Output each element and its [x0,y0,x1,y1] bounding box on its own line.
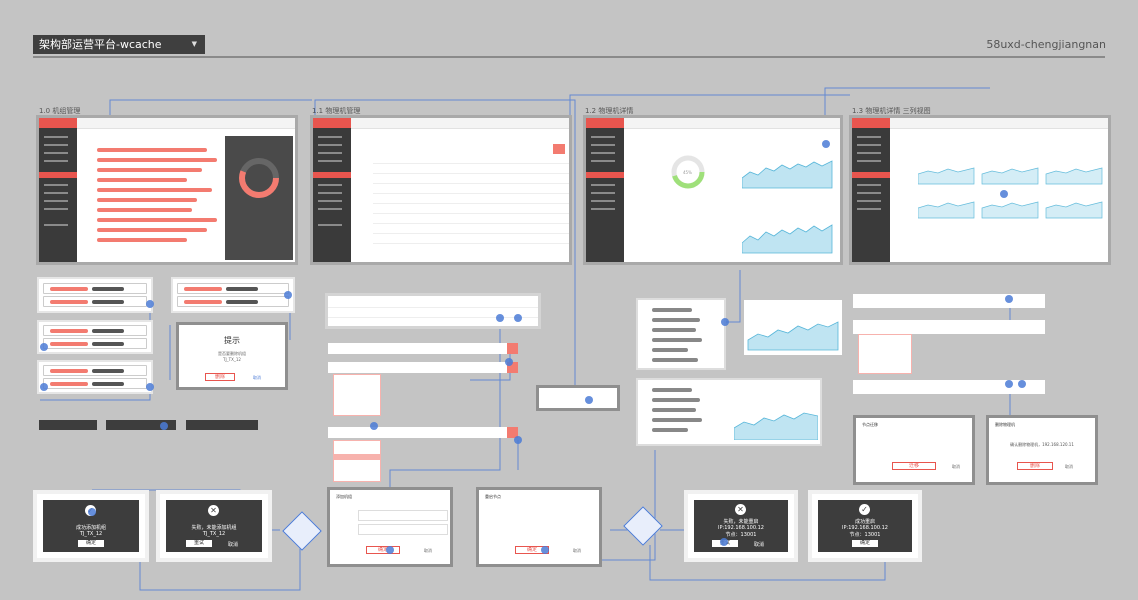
migrate-cancel-button[interactable]: 取消 [952,464,960,470]
click-marker [88,508,96,516]
success-restart-card: ✓ 成功重启 IP:192.168.100.12 节点：13001 确定 [818,500,912,552]
section-title-1-0: 1.0 机组管理 [39,107,81,115]
ip-input[interactable] [358,510,448,521]
node-list-panel [638,300,724,368]
click-marker [1005,295,1013,303]
click-marker [370,422,378,430]
node-list-expanded [638,380,820,444]
mini-chart-panel [744,300,842,355]
add-dialog-title: 添加机组 [336,494,352,499]
filter-input-3[interactable] [328,427,518,438]
click-marker [386,546,394,554]
fail-line2: TJ_TX_12 [202,531,226,537]
pill-group-hover [173,279,293,311]
delete-machine-button[interactable]: 删除 [1017,462,1053,470]
delete-confirm-dialog: 提示 是否要删除机组 TJ_TX_12 删除 取消 [176,322,288,390]
click-marker [496,314,504,322]
click-marker [40,343,48,351]
restart-dialog-title: 重启节点 [485,494,501,499]
dialog-title: 提示 [224,336,240,345]
fail-frame: ✕ 失败，未能添加机组 TJ_TX_12 重试 取消 [160,494,268,558]
click-marker [585,396,593,404]
click-marker [1000,190,1008,198]
fail2-line1: 失败，未能重启 [723,519,759,525]
dropdown-list-2[interactable] [333,440,381,482]
add-cluster-dialog: 添加机组 确定 取消 [327,487,453,567]
click-marker [822,140,830,148]
board-cluster-management [39,118,295,262]
search-bar-3[interactable] [186,420,258,430]
search-bar-1[interactable] [39,420,97,430]
node-migrate-dialog: 节点迁移 迁移 取消 [853,415,975,485]
fail-card: ✕ 失败，未能添加机组 TJ_TX_12 重试 取消 [166,500,262,552]
pill-group-delete [39,279,151,311]
click-marker [505,358,513,366]
click-marker [146,300,154,308]
add-confirm-button[interactable]: 确定 [366,546,400,554]
board-physical-machine-detail: 45% [586,118,840,262]
cluster-input[interactable] [358,524,448,535]
click-marker [1018,380,1026,388]
click-marker [146,383,154,391]
section-title-1-3: 1.3 物理机详情 三列视图 [852,107,931,115]
click-marker [514,436,522,444]
board-physical-machine-list [313,118,569,262]
table-rows-panel [328,296,538,326]
donut-percent: 45% [683,170,692,175]
click-marker [40,383,48,391]
fail-line1: 失败，未能添加机组 [191,525,237,531]
section-title-1-2: 1.2 物理机详情 [585,107,634,115]
delete-dialog-line: 确认删除物理机，192.168.120.11 [1010,442,1074,447]
migrate-button[interactable]: 迁移 [892,462,936,470]
restart-cancel-button[interactable]: 取消 [573,548,581,554]
click-marker [160,422,168,430]
restart-node-dialog: 重启节点 确定 取消 [476,487,602,567]
delete-dialog-title: 删除物理机 [995,422,1015,427]
node-dialog-title: 节点迁移 [862,422,878,427]
retry-button[interactable]: 重试 [186,540,212,547]
tooltip-panel [536,385,620,411]
ip-row-1[interactable] [853,294,1045,308]
success-restart-frame: ✓ 成功重启 IP:192.168.100.12 节点：13001 确定 [812,494,918,558]
dropdown-list[interactable] [333,374,381,416]
click-marker [720,538,728,546]
filter-input-1[interactable] [328,343,518,354]
success-line2: TJ_TX_12 [79,531,103,537]
section-title-1-1: 1.1 物理机管理 [312,107,361,115]
fail2-line3: 节点：13001 [725,532,757,538]
click-marker [514,314,522,322]
ip-dropdown[interactable] [858,334,912,374]
click-marker [1005,380,1013,388]
cancel-button[interactable]: 取消 [253,375,261,381]
add-cancel-button[interactable]: 取消 [424,548,432,554]
board-three-column-view [852,118,1108,262]
ip-row-3[interactable] [853,380,1045,394]
delete-machine-cancel[interactable]: 取消 [1065,464,1073,470]
ok-button[interactable]: 确定 [78,540,104,547]
pill-group-3 [39,362,151,392]
success2-line3: 节点：13001 [849,532,881,538]
success2-line1: 成功重启 [854,519,875,525]
fail-restart-frame: ✕ 失败，未能重启 IP:192.168.100.12 节点：13001 重试 … [688,494,794,558]
check-icon: ✓ [859,504,870,515]
pill-group-2 [39,322,151,352]
success-frame: ✓ 成功添加机组 TJ_TX_12 确定 [37,494,145,558]
close-icon: ✕ [208,505,219,516]
restart-ok-button[interactable]: 确定 [852,540,878,547]
filter-input-2[interactable] [328,362,518,373]
ip-row-2[interactable] [853,320,1045,334]
success-line1: 成功添加机组 [75,525,106,531]
close-icon: ✕ [735,504,746,515]
delete-machine-dialog: 删除物理机 确认删除物理机，192.168.120.11 删除 取消 [986,415,1098,485]
delete-button[interactable]: 删除 [205,373,235,381]
click-marker [541,546,549,554]
click-marker [284,291,292,299]
fail-cancel-button[interactable]: 取消 [228,541,238,548]
fail-restart-card: ✕ 失败，未能重启 IP:192.168.100.12 节点：13001 重试 … [694,500,788,552]
click-marker [721,318,729,326]
restart-fail-cancel[interactable]: 取消 [754,541,764,548]
dialog-line2: TJ_TX_12 [223,357,241,362]
